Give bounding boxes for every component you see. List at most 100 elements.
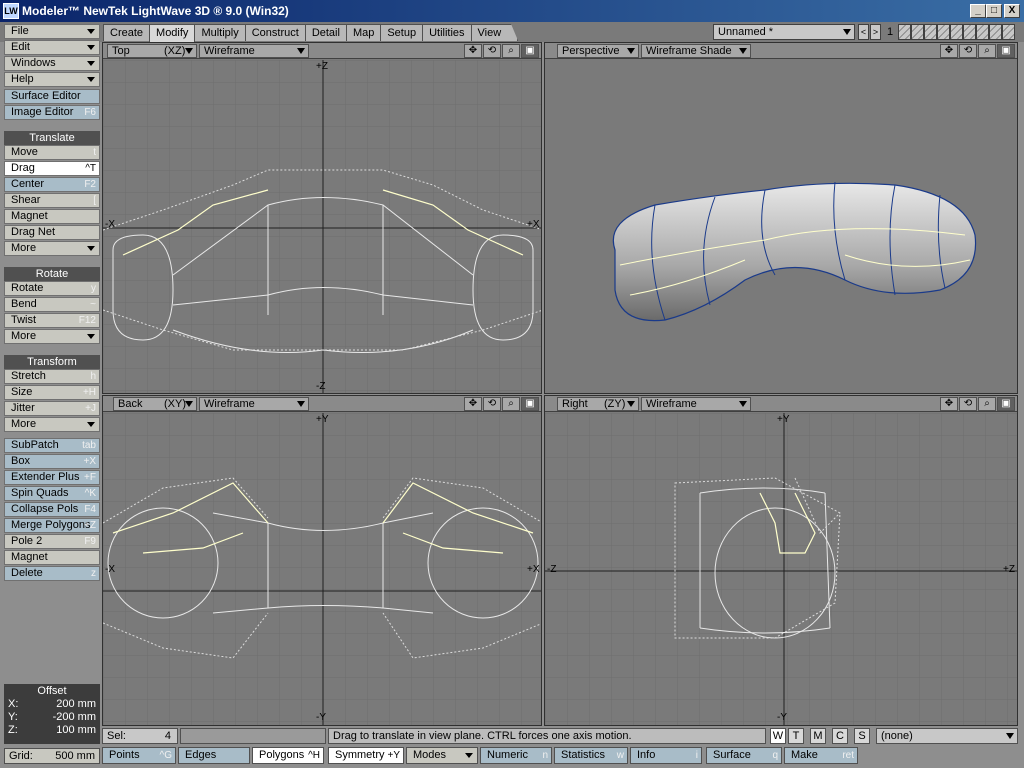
prev-object-button[interactable]: < xyxy=(858,24,869,40)
pole-2-button[interactable]: Pole 2 F9 xyxy=(4,534,100,549)
tab-create[interactable]: Create xyxy=(103,24,151,41)
menu-help[interactable]: Help xyxy=(4,72,100,87)
menu-file[interactable]: File xyxy=(4,24,100,39)
render-mode-select[interactable]: Wireframe xyxy=(199,397,309,411)
wtm-t-button[interactable]: T xyxy=(788,728,804,744)
layer-6-button[interactable] xyxy=(963,24,976,40)
surface-button[interactable]: Surface q xyxy=(706,747,782,764)
layer-5-button[interactable] xyxy=(950,24,963,40)
translate-more-button[interactable]: More xyxy=(4,241,100,256)
menu-windows[interactable]: Windows xyxy=(4,56,100,71)
zoom-icon[interactable]: ⌕ xyxy=(502,397,520,411)
view-type-select[interactable]: Perspective xyxy=(557,44,639,58)
layer-8-button[interactable] xyxy=(989,24,1002,40)
size-button[interactable]: Size +H xyxy=(4,385,100,400)
tab-setup[interactable]: Setup xyxy=(380,24,424,41)
rotate-view-icon[interactable]: ⟲ xyxy=(959,44,977,58)
move-view-icon[interactable]: ✥ xyxy=(940,397,958,411)
layer-4-button[interactable] xyxy=(937,24,950,40)
make-button[interactable]: Make ret xyxy=(784,747,858,764)
zoom-icon[interactable]: ⌕ xyxy=(502,44,520,58)
rotate-view-icon[interactable]: ⟲ xyxy=(483,397,501,411)
layer-3-button[interactable] xyxy=(924,24,937,40)
object-select[interactable]: Unnamed * xyxy=(713,24,855,40)
wtm-s-button[interactable]: S xyxy=(854,728,870,744)
viewport-right[interactable]: Right (ZY) Wireframe ✥ ⟲ ⌕ ▣ +Y -Y -Z +Z xyxy=(544,395,1018,726)
view-type-select[interactable]: Back (XY) xyxy=(113,397,197,411)
jitter-button[interactable]: Jitter +J xyxy=(4,401,100,416)
layer-2-button[interactable] xyxy=(911,24,924,40)
info-button[interactable]: Info i xyxy=(630,747,702,764)
minimize-button[interactable]: _ xyxy=(970,4,986,18)
box-button[interactable]: Box +X xyxy=(4,454,100,469)
rotate-more-button[interactable]: More xyxy=(4,329,100,344)
viewport-top[interactable]: Top (XZ) Wireframe ✥ ⟲ ⌕ ▣ +Z -Z -X +X xyxy=(102,42,542,394)
wtm-m-button[interactable]: M xyxy=(810,728,826,744)
numeric-button[interactable]: Numeric n xyxy=(480,747,552,764)
maximize-view-icon[interactable]: ▣ xyxy=(997,44,1015,58)
wtm-c-button[interactable]: C xyxy=(832,728,848,744)
tab-view[interactable]: View xyxy=(470,24,519,41)
layer-9-button[interactable] xyxy=(1002,24,1015,40)
tab-utilities[interactable]: Utilities xyxy=(422,24,472,41)
points-mode-button[interactable]: Points ^G xyxy=(102,747,176,764)
statistics-button[interactable]: Statistics w xyxy=(554,747,628,764)
maximize-view-icon[interactable]: ▣ xyxy=(997,397,1015,411)
view-type-select[interactable]: Top (XZ) xyxy=(107,44,197,58)
image-editor-button[interactable]: Image Editor F6 xyxy=(4,105,100,120)
offset-z-value[interactable]: 100 mm xyxy=(56,724,96,737)
modes-dropdown[interactable]: Modes xyxy=(406,747,478,764)
move-view-icon[interactable]: ✥ xyxy=(464,397,482,411)
tab-modify[interactable]: Modify xyxy=(149,24,196,42)
move-view-icon[interactable]: ✥ xyxy=(940,44,958,58)
edges-mode-button[interactable]: Edges xyxy=(178,747,250,764)
layer-1-button[interactable] xyxy=(898,24,911,40)
render-mode-select[interactable]: Wireframe Shade xyxy=(641,44,751,58)
magnet-button[interactable]: Magnet xyxy=(4,209,100,224)
view-type-select[interactable]: Right (ZY) xyxy=(557,397,639,411)
drag-net-button[interactable]: Drag Net xyxy=(4,225,100,240)
center-button[interactable]: Center F2 xyxy=(4,177,100,192)
rotate-view-icon[interactable]: ⟲ xyxy=(483,44,501,58)
spin-quads-button[interactable]: Spin Quads ^K xyxy=(4,486,100,501)
magnet-tool-button[interactable]: Magnet xyxy=(4,550,100,565)
viewport-back[interactable]: Back (XY) Wireframe ✥ ⟲ ⌕ ▣ +Y -Y -X +X xyxy=(102,395,542,726)
rotate-button[interactable]: Rotate y xyxy=(4,281,100,296)
vmap-select[interactable]: (none) xyxy=(876,728,1018,744)
maximize-view-icon[interactable]: ▣ xyxy=(521,397,539,411)
tab-detail[interactable]: Detail xyxy=(304,24,347,41)
surface-editor-button[interactable]: Surface Editor xyxy=(4,89,100,104)
render-mode-select[interactable]: Wireframe xyxy=(641,397,751,411)
zoom-icon[interactable]: ⌕ xyxy=(978,44,996,58)
twist-button[interactable]: Twist F12 xyxy=(4,313,100,328)
wtm-w-button[interactable]: W xyxy=(770,728,786,744)
viewport-perspective[interactable]: Perspective Wireframe Shade ✥ ⟲ ⌕ ▣ xyxy=(544,42,1018,394)
move-view-icon[interactable]: ✥ xyxy=(464,44,482,58)
menu-edit[interactable]: Edit xyxy=(4,40,100,55)
maximize-button[interactable]: □ xyxy=(986,4,1002,18)
symmetry-toggle[interactable]: Symmetry +Y xyxy=(328,747,404,764)
stretch-button[interactable]: Stretch h xyxy=(4,369,100,384)
shear-button[interactable]: Shear [ xyxy=(4,193,100,208)
polygons-mode-button[interactable]: Polygons ^H xyxy=(252,747,324,764)
render-mode-select[interactable]: Wireframe xyxy=(199,44,309,58)
next-object-button[interactable]: > xyxy=(870,24,881,40)
tab-multiply[interactable]: Multiply xyxy=(194,24,246,41)
extender-plus-button[interactable]: Extender Plus +F xyxy=(4,470,100,485)
transform-more-button[interactable]: More xyxy=(4,417,100,432)
move-button[interactable]: Move t xyxy=(4,145,100,160)
maximize-view-icon[interactable]: ▣ xyxy=(521,44,539,58)
zoom-icon[interactable]: ⌕ xyxy=(978,397,996,411)
layer-7-button[interactable] xyxy=(976,24,989,40)
drag-button[interactable]: Drag ^T xyxy=(4,161,100,176)
delete-button[interactable]: Delete z xyxy=(4,566,100,581)
subpatch-button[interactable]: SubPatch tab xyxy=(4,438,100,453)
bend-button[interactable]: Bend ~ xyxy=(4,297,100,312)
rotate-view-icon[interactable]: ⟲ xyxy=(959,397,977,411)
collapse-pols-button[interactable]: Collapse Pols F4 xyxy=(4,502,100,517)
merge-polygons-button[interactable]: Merge Polygons +Z xyxy=(4,518,100,533)
tab-construct[interactable]: Construct xyxy=(244,24,306,41)
offset-x-value[interactable]: 200 mm xyxy=(56,698,96,711)
offset-y-value[interactable]: -200 mm xyxy=(53,711,96,724)
tab-map[interactable]: Map xyxy=(345,24,382,41)
